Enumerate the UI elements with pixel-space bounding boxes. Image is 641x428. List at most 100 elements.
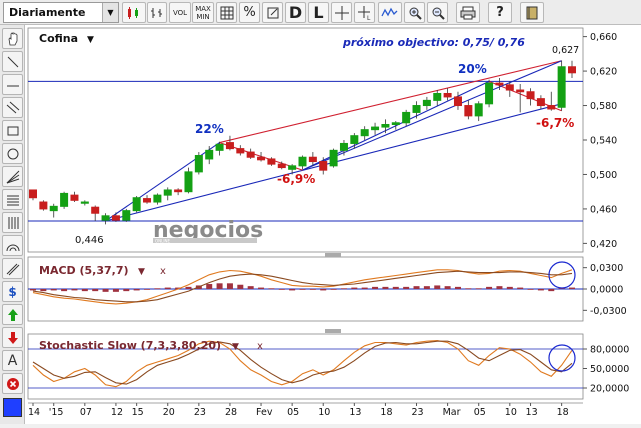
period-select[interactable]: Diariamente ▼ (3, 2, 119, 23)
price-tick-label: 0,660 (590, 32, 617, 43)
svg-text:L: L (367, 15, 371, 20)
bar-chart-icon[interactable] (147, 2, 167, 23)
macd-close-icon[interactable]: x (160, 266, 166, 277)
volume-button[interactable]: VOL (169, 2, 191, 23)
macd-dropdown-icon[interactable]: ▼ (138, 267, 145, 277)
objective-label: próximo objectivo: 0,75/ 0,76 (342, 36, 525, 49)
grid-icon[interactable] (216, 2, 237, 23)
drawing-tools-sidebar: $ A (0, 25, 25, 424)
price-tick-label: 0,540 (590, 136, 617, 147)
stochastic-tick-label: 80,0000 (590, 345, 629, 356)
line-tool-2-icon[interactable] (2, 74, 23, 95)
arc-icon[interactable] (2, 235, 23, 256)
wave-icon[interactable] (378, 2, 402, 23)
macd-histogram-bar (537, 289, 544, 291)
date-tick-label: 05 (287, 407, 299, 418)
fibonacci-icon[interactable] (2, 189, 23, 210)
period-value: Diariamente (9, 6, 86, 19)
watermark: negocios ONLINE (153, 218, 263, 244)
crosshair-icon[interactable] (331, 2, 352, 23)
min-label: MIN (196, 12, 210, 21)
macd-tick-label: 0,0000 (590, 285, 623, 296)
macd-histogram-bar (413, 286, 420, 289)
macd-histogram-bar (237, 284, 244, 289)
channel-icon[interactable] (2, 258, 23, 279)
book-icon[interactable] (520, 2, 544, 23)
print-icon[interactable] (456, 2, 480, 23)
macd-histogram-bar (123, 289, 130, 292)
l-button[interactable]: L (308, 2, 329, 23)
macd-histogram-bar (444, 286, 451, 289)
macd-histogram-bar (454, 286, 461, 289)
date-tick-label: 12 (111, 407, 123, 418)
arrow-down-icon[interactable] (2, 327, 23, 348)
watermark-sub: ONLINE (155, 239, 171, 244)
date-tick-label: 23 (412, 407, 424, 418)
line-tool-icon[interactable] (2, 51, 23, 72)
vol-label: VOL (172, 8, 188, 17)
dollar-icon[interactable]: $ (2, 281, 23, 302)
instrument-dropdown-icon[interactable]: ▼ (87, 35, 94, 45)
candle (329, 148, 338, 168)
macd-histogram-bar (486, 286, 493, 289)
macd-histogram-bar (154, 288, 161, 290)
help-label: ? (496, 5, 504, 20)
last-price-label: 0,627 (552, 45, 579, 56)
price-tick-label: 0,420 (590, 239, 617, 250)
zoom-in-icon[interactable] (404, 2, 425, 23)
zoom-out-icon[interactable] (427, 2, 448, 23)
macd-histogram-bar (112, 289, 119, 292)
max-label: MAX (195, 4, 211, 13)
macd-histogram-bar (247, 286, 254, 289)
grid-tool-icon[interactable] (2, 212, 23, 233)
candle (485, 79, 494, 108)
maxmin-button[interactable]: MAX MIN (192, 2, 214, 23)
macd-histogram-bar (569, 287, 575, 289)
rectangle-icon[interactable] (2, 120, 23, 141)
macd-histogram-bar (382, 286, 389, 289)
help-icon[interactable]: ? (488, 2, 512, 23)
chevron-down-icon[interactable]: ▼ (102, 3, 118, 22)
parallel-lines-icon[interactable] (2, 97, 23, 118)
macd-histogram-bar (185, 286, 192, 289)
date-tick-label: 18 (557, 407, 569, 418)
candlestick-icon[interactable] (122, 2, 146, 23)
arrow-up-icon[interactable] (2, 304, 23, 325)
percent-label: % (243, 5, 256, 20)
hand-icon[interactable] (2, 28, 23, 49)
percent-icon[interactable]: % (239, 2, 260, 23)
price-tick-label: 0,580 (590, 101, 617, 112)
color-swatch[interactable] (3, 398, 22, 417)
date-tick-label: 23 (194, 407, 206, 418)
macd-histogram-bar (289, 289, 296, 291)
macd-histogram-bar (102, 289, 109, 292)
macd-histogram-bar (278, 289, 285, 290)
macd-histogram-bar (361, 287, 368, 289)
stochastic-title[interactable]: Stochastic Slow (7,3,3,80,20) (39, 339, 221, 352)
candle (194, 152, 203, 175)
price-tick-label: 0,620 (590, 67, 617, 78)
crosshair-l-icon[interactable]: L (354, 2, 375, 23)
instrument-title[interactable]: Cofina (39, 32, 78, 45)
macd-histogram-bar (61, 289, 68, 292)
macd-histogram-bar (496, 286, 503, 289)
toolbar: Diariamente ▼ VOL MAX MIN % D L L ? (0, 0, 641, 25)
date-tick-label: 13 (526, 407, 538, 418)
date-tick-label: 05 (474, 407, 486, 418)
text-icon[interactable]: A (2, 350, 23, 371)
date-tick-label: 28 (225, 407, 237, 418)
fan-icon[interactable] (2, 166, 23, 187)
open-window-icon[interactable] (262, 2, 283, 23)
date-tick-label: 20 (163, 407, 175, 418)
macd-histogram-bar (144, 289, 151, 290)
chart-area: 0,660 0,620 0,580 0,540 0,500 0,460 0,420 nego… (25, 25, 641, 424)
stochastic-close-icon[interactable]: x (257, 341, 263, 352)
delete-icon[interactable] (2, 373, 23, 394)
stochastic-dropdown-icon[interactable]: ▼ (232, 342, 239, 352)
d-button[interactable]: D (285, 2, 306, 23)
circle-icon[interactable] (2, 143, 23, 164)
macd-tick-label: 0,0300 (590, 263, 623, 274)
macd-title[interactable]: MACD (5,37,7) (39, 264, 129, 277)
macd-tick-label: -0,0300 (590, 306, 627, 317)
price-tick-label: 0,500 (590, 170, 617, 181)
